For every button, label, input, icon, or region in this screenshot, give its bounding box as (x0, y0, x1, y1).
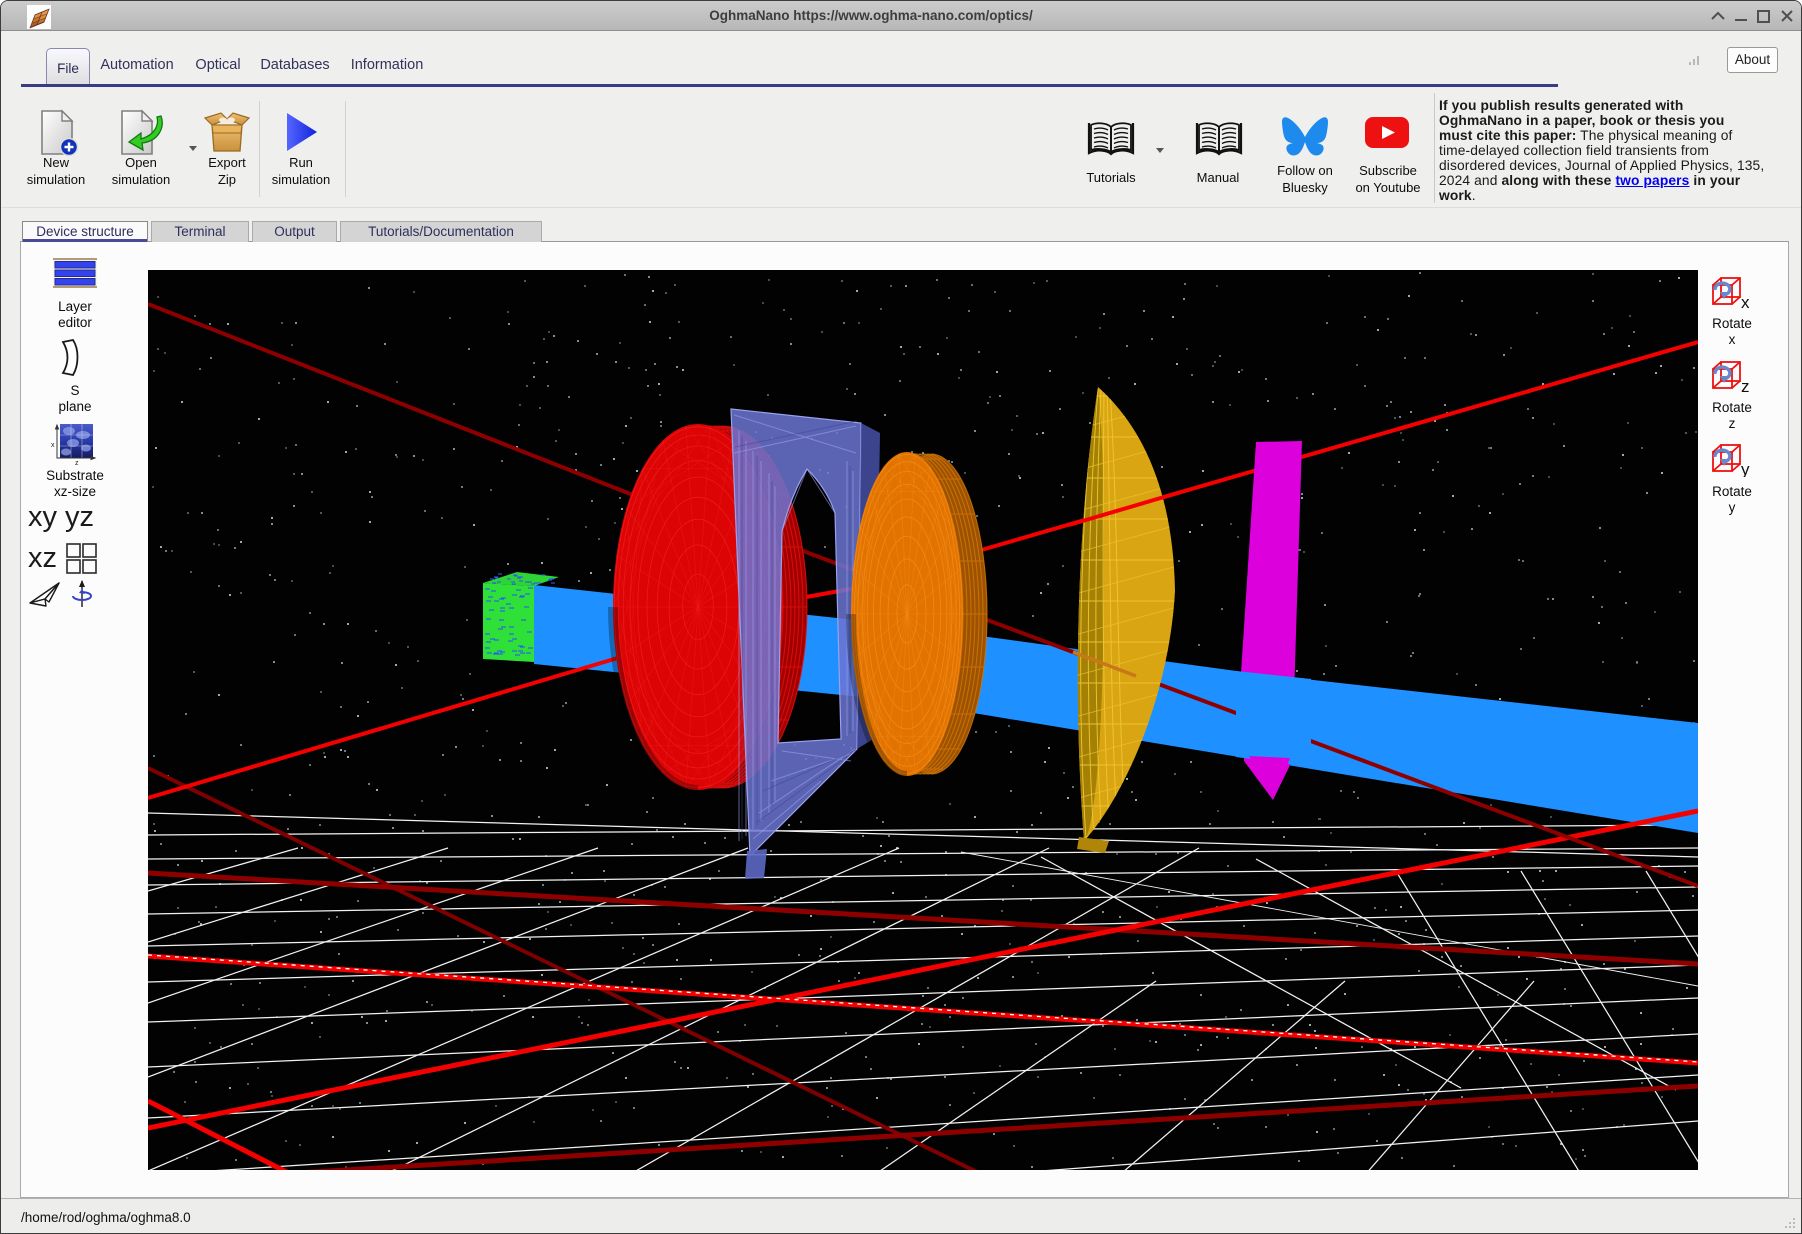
svg-text:y: y (1741, 460, 1750, 477)
svg-text:z: z (1741, 377, 1750, 394)
svg-text:x: x (51, 442, 55, 449)
svg-text:x: x (1741, 293, 1750, 310)
svg-text:z: z (75, 460, 79, 465)
